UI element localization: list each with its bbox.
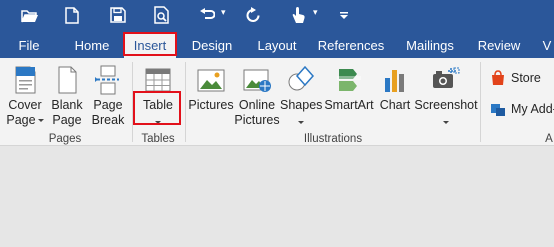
pictures-icon <box>195 64 227 96</box>
table-button-highlight <box>133 91 181 125</box>
smartart-icon <box>333 64 365 96</box>
cover-page-label: Cover Page <box>6 98 44 127</box>
quick-access-toolbar: ▾ ▾ <box>0 0 554 31</box>
smartart-label: SmartArt <box>324 98 374 112</box>
chart-icon <box>379 64 411 96</box>
ribbon-tabs: File Home Insert Design Layout Reference… <box>0 31 554 58</box>
my-addins-button[interactable]: My Add- <box>490 98 554 120</box>
page-break-button[interactable]: Page Break <box>88 60 128 132</box>
group-divider <box>185 62 186 142</box>
print-preview-icon[interactable] <box>150 3 174 27</box>
addins-group-label: A <box>545 133 553 145</box>
chevron-down-icon <box>37 119 44 123</box>
online-pictures-button[interactable]: Online Pictures <box>234 60 280 132</box>
undo-dropdown-arrow-icon[interactable]: ▾ <box>221 7 226 18</box>
tab-mailings[interactable]: Mailings <box>400 34 460 58</box>
illustrations-group-label: Illustrations <box>303 133 363 145</box>
touch-mode-dropdown-arrow-icon[interactable]: ▾ <box>313 7 318 18</box>
chart-button[interactable]: Chart <box>376 60 414 132</box>
tab-design[interactable]: Design <box>186 34 238 58</box>
shapes-icon <box>285 64 317 96</box>
page-break-label: Page Break <box>91 98 125 127</box>
screenshot-button[interactable]: Screenshot <box>414 60 478 132</box>
chevron-down-icon <box>443 121 449 125</box>
my-addins-icon <box>491 104 505 116</box>
screenshot-icon <box>430 64 462 96</box>
customize-icon[interactable] <box>336 3 352 27</box>
chevron-down-icon <box>298 121 304 125</box>
document-area <box>0 147 554 247</box>
blank-page-icon <box>51 64 83 96</box>
cover-page-button[interactable]: Cover Page <box>2 60 48 132</box>
open-folder-icon[interactable] <box>18 3 42 27</box>
smartart-button[interactable]: SmartArt <box>322 60 376 132</box>
online-pictures-label: Online Pictures <box>234 98 280 127</box>
my-addins-label: My Add- <box>511 102 554 116</box>
redo-icon[interactable] <box>242 3 264 27</box>
ribbon-panel: Cover Page Blank Page Page Break Pages Tabl… <box>0 58 554 146</box>
cover-page-icon <box>9 64 41 96</box>
screenshot-label: Screenshot <box>414 98 478 112</box>
online-pictures-icon <box>241 64 273 96</box>
pictures-button[interactable]: Pictures <box>188 60 234 132</box>
insert-tab-highlight <box>123 32 177 56</box>
tab-review[interactable]: Review <box>474 34 524 58</box>
touch-mode-icon[interactable] <box>286 3 310 27</box>
blank-page-button[interactable]: Blank Page <box>48 60 86 132</box>
blank-page-label: Blank Page <box>51 98 83 127</box>
store-button[interactable]: Store <box>490 67 541 89</box>
tab-references[interactable]: References <box>316 34 386 58</box>
new-document-icon[interactable] <box>60 3 84 27</box>
tables-group-label: Tables <box>141 133 175 145</box>
chart-label: Chart <box>379 98 411 112</box>
pictures-label: Pictures <box>188 98 234 112</box>
tab-file[interactable]: File <box>8 34 50 58</box>
page-break-icon <box>92 64 124 96</box>
shapes-label: Shapes <box>280 98 323 112</box>
store-icon <box>492 70 504 85</box>
undo-icon[interactable] <box>196 3 218 27</box>
pages-group-label: Pages <box>48 133 82 145</box>
group-divider <box>480 62 481 142</box>
store-label: Store <box>511 71 541 85</box>
tab-view[interactable]: V <box>538 34 554 58</box>
save-icon[interactable] <box>106 3 130 27</box>
tab-layout[interactable]: Layout <box>252 34 302 58</box>
shapes-button[interactable]: Shapes <box>280 60 322 132</box>
tab-home[interactable]: Home <box>66 34 118 58</box>
